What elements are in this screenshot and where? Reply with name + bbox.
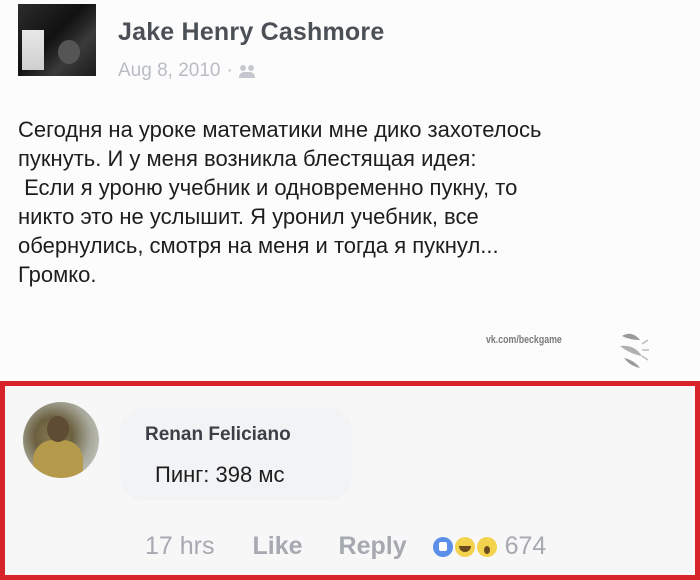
comment-time[interactable]: 17 hrs	[145, 532, 214, 561]
post-date[interactable]: Aug 8, 2010	[118, 60, 220, 82]
highlighted-comment: Renan Feliciano Пинг: 398 мс 17 hrs Like…	[0, 381, 700, 580]
meta-separator: ·	[226, 60, 233, 81]
commenter-name[interactable]: Renan Feliciano	[145, 424, 291, 446]
post-meta: Aug 8, 2010 ·	[118, 60, 255, 82]
watermark-text: vk.com/beckgame	[486, 334, 562, 346]
comment-text: Пинг: 398 мс	[155, 462, 285, 487]
post-text-line: Если я уроню учебник и одновременно пукн…	[18, 175, 518, 200]
post-author-name[interactable]: Jake Henry Cashmore	[118, 18, 384, 47]
reaction-count[interactable]: 674	[505, 532, 547, 561]
post-text-line: Сегодня на уроке математики мне дико зах…	[18, 117, 542, 142]
post-text: Сегодня на уроке математики мне дико зах…	[18, 115, 688, 289]
reply-button[interactable]: Reply	[339, 532, 407, 561]
friends-icon[interactable]	[238, 64, 255, 78]
commenter-avatar[interactable]	[23, 402, 99, 478]
wow-reaction-icon[interactable]	[476, 536, 497, 557]
watermark-logo-icon	[620, 333, 649, 368]
post-text-line: обернулись, смотря на меня и тогда я пук…	[18, 233, 499, 258]
like-reaction-icon[interactable]	[432, 536, 453, 557]
comment-actions: 17 hrs Like Reply 674	[145, 532, 546, 561]
haha-reaction-icon[interactable]	[454, 536, 475, 557]
author-avatar[interactable]	[18, 4, 96, 76]
post-text-line: никто это не услышит. Я уронил учебник, …	[18, 204, 479, 229]
post-text-line: пукнуть. И у меня возникла блестящая иде…	[18, 146, 477, 171]
like-button[interactable]: Like	[252, 532, 302, 561]
post-card: Jake Henry Cashmore Aug 8, 2010 · Сегодн…	[0, 0, 700, 380]
post-text-line: Громко.	[18, 262, 97, 287]
